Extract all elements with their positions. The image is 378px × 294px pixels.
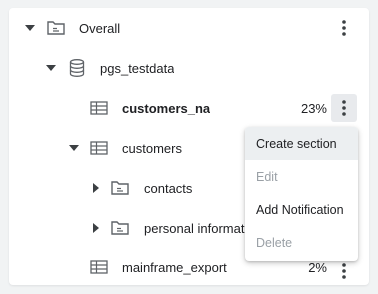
caret-down-icon[interactable]	[44, 61, 58, 75]
database-icon	[67, 58, 87, 78]
more-options-icon[interactable]	[331, 94, 357, 122]
tree-row-customers-na[interactable]: customers_na 23%	[9, 88, 369, 128]
tree-row-overall[interactable]: Overall	[9, 8, 369, 48]
caret-right-icon[interactable]	[89, 181, 103, 195]
caret-down-icon[interactable]	[67, 141, 81, 155]
tree-row-label: Overall	[79, 21, 121, 36]
tree-row-label: mainframe_export	[122, 260, 227, 275]
more-options-icon[interactable]	[331, 14, 357, 42]
tree-row-label: contacts	[144, 181, 193, 196]
context-menu: Create section Edit Add Notification Del…	[245, 127, 358, 261]
completion-percent: 2%	[308, 260, 327, 275]
tree-row-label: customers	[122, 141, 182, 156]
tree-row-label: customers_na	[122, 101, 211, 116]
folder-icon	[110, 218, 130, 238]
table-icon	[89, 138, 109, 158]
folder-icon	[46, 18, 66, 38]
menu-item-delete: Delete	[256, 235, 293, 250]
menu-item-add-notification[interactable]: Add Notification	[245, 193, 358, 226]
tree-row-label: personal information	[144, 221, 246, 236]
menu-item-edit: Edit	[256, 169, 278, 184]
caret-down-icon[interactable]	[23, 21, 37, 35]
completion-percent: 23%	[300, 101, 327, 116]
table-icon	[89, 98, 109, 118]
tree-row-pgs-testdata[interactable]: pgs_testdata	[9, 48, 369, 88]
table-icon	[89, 257, 109, 277]
more-options-icon[interactable]	[331, 257, 357, 285]
caret-right-icon[interactable]	[89, 221, 103, 235]
menu-item-create-section[interactable]: Create section	[245, 127, 358, 160]
folder-icon	[110, 178, 130, 198]
tree-row-label: pgs_testdata	[100, 61, 175, 76]
